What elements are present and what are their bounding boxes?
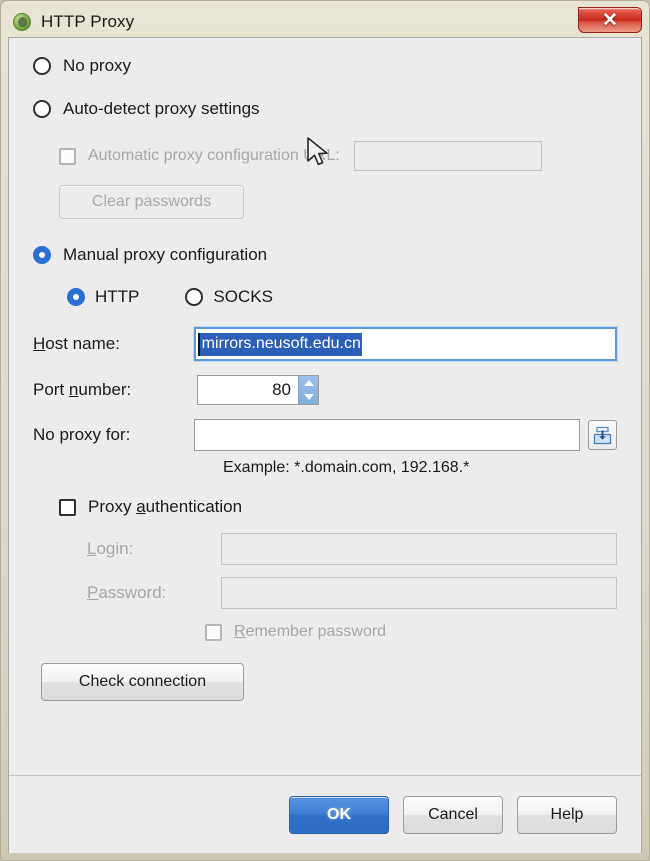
label-host-name: Host name: xyxy=(33,334,194,354)
host-name-row: Host name: mirrors.neusoft.edu.cn xyxy=(33,327,617,361)
host-mnemonic: H xyxy=(33,334,45,353)
checkbox-auto-config-url xyxy=(59,148,76,165)
remember-password-row: Remember password xyxy=(205,623,617,641)
port-stepper-up[interactable] xyxy=(299,376,318,390)
cancel-button[interactable]: Cancel xyxy=(403,796,503,834)
port-stepper-buttons[interactable] xyxy=(298,376,318,404)
password-mnemonic: P xyxy=(87,583,98,602)
radio-auto-detect[interactable] xyxy=(33,100,51,118)
auth-label-pre: Proxy xyxy=(88,497,136,516)
dialog-body: No proxy Auto-detect proxy settings Auto… xyxy=(8,37,642,853)
import-into-tray-icon-button[interactable] xyxy=(588,420,618,450)
password-label-rest: assword: xyxy=(98,583,166,602)
label-protocol-socks: SOCKS xyxy=(213,287,273,307)
auto-config-url-row: Automatic proxy configuration URL: xyxy=(59,141,617,171)
dialog-content: No proxy Auto-detect proxy settings Auto… xyxy=(9,38,641,775)
close-icon: ✕ xyxy=(602,11,618,30)
port-number-row: Port number: 80 xyxy=(33,375,617,405)
login-input xyxy=(221,533,617,565)
clear-passwords-row: Clear passwords xyxy=(59,185,617,219)
import-into-tray-icon xyxy=(593,426,612,445)
ok-button[interactable]: OK xyxy=(289,796,389,834)
window-title: HTTP Proxy xyxy=(41,12,134,32)
remember-label-rest: emember password xyxy=(246,623,387,640)
label-auto-detect: Auto-detect proxy settings xyxy=(63,99,260,119)
port-number-stepper[interactable]: 80 xyxy=(197,375,319,405)
label-no-proxy: No proxy xyxy=(63,56,131,76)
label-remember-password: Remember password xyxy=(234,623,386,641)
chevron-down-icon xyxy=(304,394,314,400)
proxy-authentication-row[interactable]: Proxy authentication xyxy=(59,497,617,517)
option-no-proxy[interactable]: No proxy xyxy=(33,56,617,76)
label-port-number: Port number: xyxy=(33,380,197,400)
port-label-pre: Port xyxy=(33,380,69,399)
label-protocol-http: HTTP xyxy=(95,287,139,307)
password-input xyxy=(221,577,617,609)
remember-mnemonic: R xyxy=(234,623,246,640)
no-proxy-for-input[interactable] xyxy=(194,419,579,451)
no-proxy-example-text: Example: *.domain.com, 192.168.* xyxy=(223,459,617,477)
port-label-rest: umber: xyxy=(78,380,131,399)
auto-config-url-input xyxy=(354,141,542,171)
label-auto-config-url: Automatic proxy configuration URL: xyxy=(88,147,340,165)
login-row: Login: xyxy=(87,533,617,565)
login-label-rest: ogin: xyxy=(96,539,133,558)
password-row: Password: xyxy=(87,577,617,609)
title-bar: HTTP Proxy ✕ xyxy=(8,7,642,37)
radio-manual-proxy[interactable] xyxy=(33,246,51,264)
protocol-row: HTTP SOCKS xyxy=(67,287,617,307)
help-button[interactable]: Help xyxy=(517,796,617,834)
checkbox-proxy-authentication[interactable] xyxy=(59,499,76,516)
close-button[interactable]: ✕ xyxy=(578,7,642,33)
proxy-globe-icon xyxy=(13,13,31,31)
check-connection-row: Check connection xyxy=(41,663,617,701)
auth-label-rest: uthentication xyxy=(146,497,242,516)
option-manual-proxy[interactable]: Manual proxy configuration xyxy=(33,245,617,265)
radio-protocol-socks[interactable] xyxy=(185,288,203,306)
label-password: Password: xyxy=(87,583,221,603)
port-mnemonic: n xyxy=(69,380,78,399)
radio-no-proxy[interactable] xyxy=(33,57,51,75)
clear-passwords-button: Clear passwords xyxy=(59,185,244,219)
no-proxy-for-row: No proxy for: xyxy=(33,419,617,451)
port-stepper-down[interactable] xyxy=(299,390,318,404)
label-login: Login: xyxy=(87,539,221,559)
dialog-footer: OK Cancel Help xyxy=(9,775,641,853)
chevron-up-icon xyxy=(304,380,314,386)
auth-mnemonic: a xyxy=(136,497,145,516)
http-proxy-window: HTTP Proxy ✕ No proxy Auto-detect proxy … xyxy=(0,0,650,861)
label-no-proxy-for: No proxy for: xyxy=(33,425,194,445)
radio-protocol-http[interactable] xyxy=(67,288,85,306)
label-proxy-authentication: Proxy authentication xyxy=(88,497,242,517)
checkbox-remember-password xyxy=(205,624,222,641)
host-label-rest: ost name: xyxy=(45,334,120,353)
check-connection-button[interactable]: Check connection xyxy=(41,663,244,701)
option-auto-detect[interactable]: Auto-detect proxy settings xyxy=(33,99,617,119)
port-number-value[interactable]: 80 xyxy=(198,376,298,404)
host-name-value: mirrors.neusoft.edu.cn xyxy=(198,333,362,356)
host-name-input[interactable]: mirrors.neusoft.edu.cn xyxy=(194,327,617,361)
label-manual-proxy: Manual proxy configuration xyxy=(63,245,267,265)
